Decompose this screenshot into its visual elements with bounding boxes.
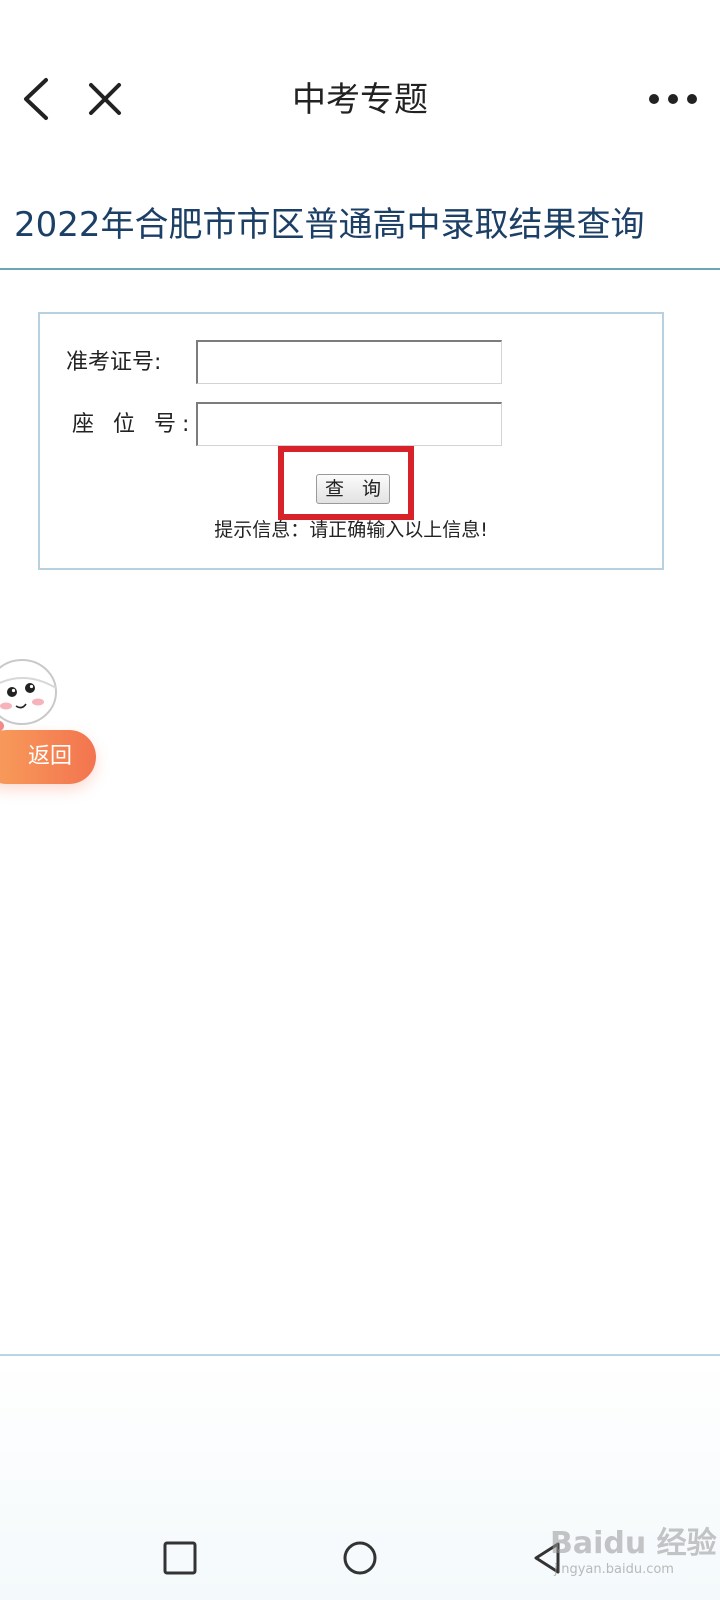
exam-number-input[interactable]: [196, 340, 502, 384]
page-heading: 2022年合肥市市区普通高中录取结果查询: [0, 198, 720, 270]
more-dots-icon[interactable]: [646, 82, 700, 116]
hint-text: 提示信息：请正确输入以上信息!: [214, 519, 488, 541]
exam-number-label: 准考证号:: [66, 350, 162, 375]
circle-icon[interactable]: [340, 1538, 380, 1578]
seat-number-label: 座 位 号:: [72, 412, 196, 437]
top-nav-bar: 中考专题: [0, 0, 720, 200]
close-icon[interactable]: [82, 76, 128, 122]
query-form: 准考证号: 座 位 号: 查 询 提示信息：请正确输入以上信息!: [38, 312, 664, 570]
back-arrow-icon[interactable]: [14, 74, 64, 124]
return-button[interactable]: 返回: [0, 730, 96, 784]
system-nav-bar: [0, 1520, 720, 1600]
square-icon[interactable]: [160, 1538, 200, 1578]
triangle-back-icon[interactable]: [528, 1538, 568, 1578]
query-button[interactable]: 查 询: [316, 474, 390, 504]
return-label: 返回: [27, 744, 72, 769]
seat-number-input[interactable]: [196, 402, 502, 446]
mascot-icon: [0, 648, 64, 738]
page-title: 2022年合肥市市区普通高中录取结果查询: [14, 205, 645, 245]
